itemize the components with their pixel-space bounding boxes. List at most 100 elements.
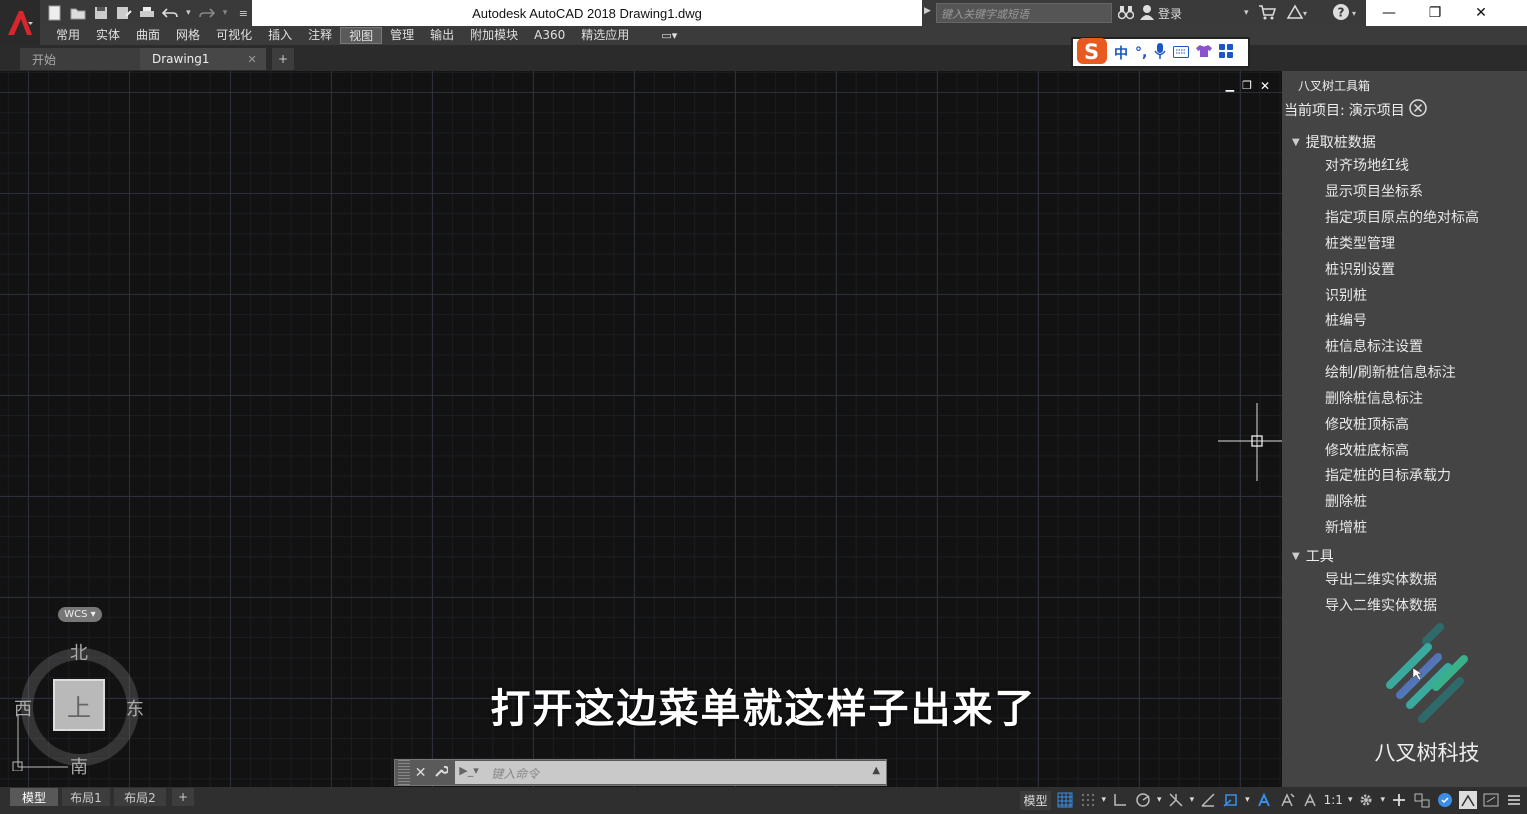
command-history-arrow-icon[interactable]: ▲ [872, 765, 880, 776]
tree-item-show-project-coordinates[interactable]: 显示项目坐标系 [1325, 181, 1423, 203]
graphics-performance-icon[interactable] [1459, 791, 1477, 809]
tree-item-export-2d-solid-data[interactable]: 导出二维实体数据 [1325, 569, 1437, 591]
keyboard-icon[interactable] [1173, 43, 1190, 62]
customize-toolbar-icon[interactable]: ≡ [235, 4, 252, 22]
search-input[interactable]: 键入关键字或短语 [936, 3, 1112, 23]
tree-group-extract-pile-data[interactable]: ▼ 提取桩数据 [1292, 132, 1376, 152]
cart-icon[interactable] [1258, 4, 1277, 24]
ribbon-display-toggle-icon[interactable]: ▭▾ [653, 27, 685, 44]
command-line-close-icon[interactable]: ✕ [410, 765, 432, 781]
command-line-grip-handle[interactable] [398, 760, 410, 785]
file-tab-start[interactable]: 开始 [20, 48, 146, 70]
tree-item-modify-pile-bottom-elevation[interactable]: 修改桩底标高 [1325, 440, 1409, 462]
layout-tab-layout2[interactable]: 布局2 [114, 788, 166, 806]
annotation-monitor-plus-icon[interactable] [1390, 791, 1408, 809]
object-snap-icon[interactable] [1222, 791, 1240, 809]
snap-dropdown-icon[interactable]: ▾ [1102, 795, 1107, 805]
save-icon[interactable] [92, 4, 109, 22]
layout-tab-layout1[interactable]: 布局1 [62, 788, 110, 806]
isometric-dropdown-icon[interactable]: ▾ [1190, 795, 1195, 805]
isometric-drafting-icon[interactable] [1167, 791, 1185, 809]
ribbon-tab-mesh[interactable]: 网格 [168, 27, 208, 44]
compass-north[interactable]: 北 [70, 639, 88, 665]
ribbon-tab-a360[interactable]: A360 [526, 27, 573, 44]
tree-item-add-pile[interactable]: 新增桩 [1325, 517, 1367, 539]
close-tab-icon[interactable]: ✕ [248, 53, 257, 66]
exchange-apps-icon[interactable]: ▾ [1286, 4, 1308, 24]
annotation-visibility-icon[interactable] [1255, 791, 1273, 809]
ribbon-tab-featured-apps[interactable]: 精选应用 [573, 27, 637, 44]
binoculars-icon[interactable] [1117, 4, 1135, 24]
help-icon[interactable]: ? ▾ [1332, 3, 1360, 25]
customization-menu-icon[interactable] [1505, 791, 1523, 809]
ribbon-tab-addins[interactable]: 附加模块 [462, 27, 526, 44]
ime-mode-label[interactable]: 中 [1114, 43, 1128, 63]
tree-item-recognize-piles[interactable]: 识别桩 [1325, 285, 1367, 307]
ribbon-tab-insert[interactable]: 插入 [260, 27, 300, 44]
units-icon[interactable] [1413, 791, 1431, 809]
ribbon-tab-annotate[interactable]: 注释 [300, 27, 340, 44]
tree-item-modify-pile-top-elevation[interactable]: 修改桩顶标高 [1325, 414, 1409, 436]
close-window-button[interactable]: ✕ [1458, 0, 1504, 26]
tree-item-delete-pile-labels[interactable]: 删除桩信息标注 [1325, 388, 1423, 410]
autocad-logo-button[interactable] [0, 0, 40, 45]
polar-dropdown-icon[interactable]: ▾ [1157, 795, 1162, 805]
ribbon-tab-manage[interactable]: 管理 [382, 27, 422, 44]
tree-item-pile-numbering[interactable]: 桩编号 [1325, 310, 1367, 332]
file-tab-drawing1[interactable]: Drawing1 ✕ [140, 48, 266, 70]
annotation-scale-dropdown-icon[interactable]: ▾ [1348, 795, 1353, 805]
tree-group-tools[interactable]: ▼ 工具 [1292, 546, 1334, 566]
model-space-toggle[interactable]: 模型 [1020, 790, 1051, 810]
tree-item-draw-refresh-pile-labels[interactable]: 绘制/刷新桩信息标注 [1325, 362, 1456, 384]
auto-scale-icon[interactable] [1278, 791, 1296, 809]
quick-properties-icon[interactable] [1436, 791, 1454, 809]
redo-icon[interactable] [198, 4, 215, 22]
print-icon[interactable] [138, 4, 155, 22]
clean-screen-icon[interactable] [1482, 791, 1500, 809]
command-input[interactable]: ▶_▾ 键入命令 ▲ [455, 761, 887, 784]
polar-tracking-icon[interactable] [1134, 791, 1152, 809]
viewport-close-icon[interactable]: ✕ [1260, 79, 1270, 93]
ribbon-tab-home[interactable]: 常用 [48, 27, 88, 44]
open-folder-icon[interactable] [69, 4, 86, 22]
wcs-menu[interactable]: WCS ▾ [58, 607, 102, 622]
new-file-icon[interactable] [46, 4, 63, 22]
object-snap-tracking-icon[interactable] [1199, 791, 1217, 809]
clear-project-icon[interactable] [1408, 99, 1427, 121]
snap-mode-icon[interactable] [1079, 791, 1097, 809]
layout-tab-model[interactable]: 模型 [10, 788, 58, 806]
annotation-scale-value[interactable]: 1:1 [1324, 793, 1343, 807]
compass-south[interactable]: 南 [70, 753, 88, 779]
tree-item-set-origin-elevation[interactable]: 指定项目原点的绝对标高 [1325, 207, 1479, 229]
ribbon-tab-surface[interactable]: 曲面 [128, 27, 168, 44]
login-button[interactable]: 登录 ▾ [1140, 0, 1249, 26]
ime-punctuation-icon[interactable]: °, [1135, 45, 1147, 61]
tree-item-pile-recognition-settings[interactable]: 桩识别设置 [1325, 259, 1395, 281]
skin-shirt-icon[interactable] [1196, 43, 1213, 62]
grid-display-icon[interactable] [1056, 791, 1074, 809]
tree-item-set-target-bearing-capacity[interactable]: 指定桩的目标承载力 [1325, 465, 1451, 487]
viewport-restore-icon[interactable]: ❐ [1242, 79, 1252, 93]
ribbon-tab-solid[interactable]: 实体 [88, 27, 128, 44]
workspace-dropdown-icon[interactable]: ▾ [1380, 795, 1385, 805]
undo-icon[interactable] [161, 4, 178, 22]
tree-item-delete-pile[interactable]: 删除桩 [1325, 491, 1367, 513]
new-tab-plus-icon[interactable]: + [272, 48, 294, 70]
workspace-gear-icon[interactable] [1357, 791, 1375, 809]
ortho-mode-icon[interactable] [1111, 791, 1129, 809]
annotation-scale-icon[interactable] [1301, 791, 1319, 809]
toolbox-grid-icon[interactable] [1219, 43, 1234, 62]
command-prompt-icon[interactable]: ▶_▾ [459, 764, 478, 777]
ribbon-tab-output[interactable]: 输出 [422, 27, 462, 44]
ribbon-tab-visualize[interactable]: 可视化 [208, 27, 260, 44]
tree-item-pile-label-settings[interactable]: 桩信息标注设置 [1325, 336, 1423, 358]
add-layout-plus-icon[interactable]: + [172, 788, 194, 806]
microphone-icon[interactable] [1154, 42, 1166, 63]
redo-dropdown-icon[interactable]: ▾ [221, 4, 229, 22]
undo-dropdown-icon[interactable]: ▾ [185, 4, 193, 22]
save-as-icon[interactable] [115, 4, 132, 22]
ribbon-tab-view[interactable]: 视图 [340, 27, 383, 44]
tree-item-align-site-boundary[interactable]: 对齐场地红线 [1325, 155, 1409, 177]
expand-search-icon[interactable]: ▶ [924, 6, 931, 16]
viewport-minimize-icon[interactable]: ▁ [1226, 79, 1234, 93]
